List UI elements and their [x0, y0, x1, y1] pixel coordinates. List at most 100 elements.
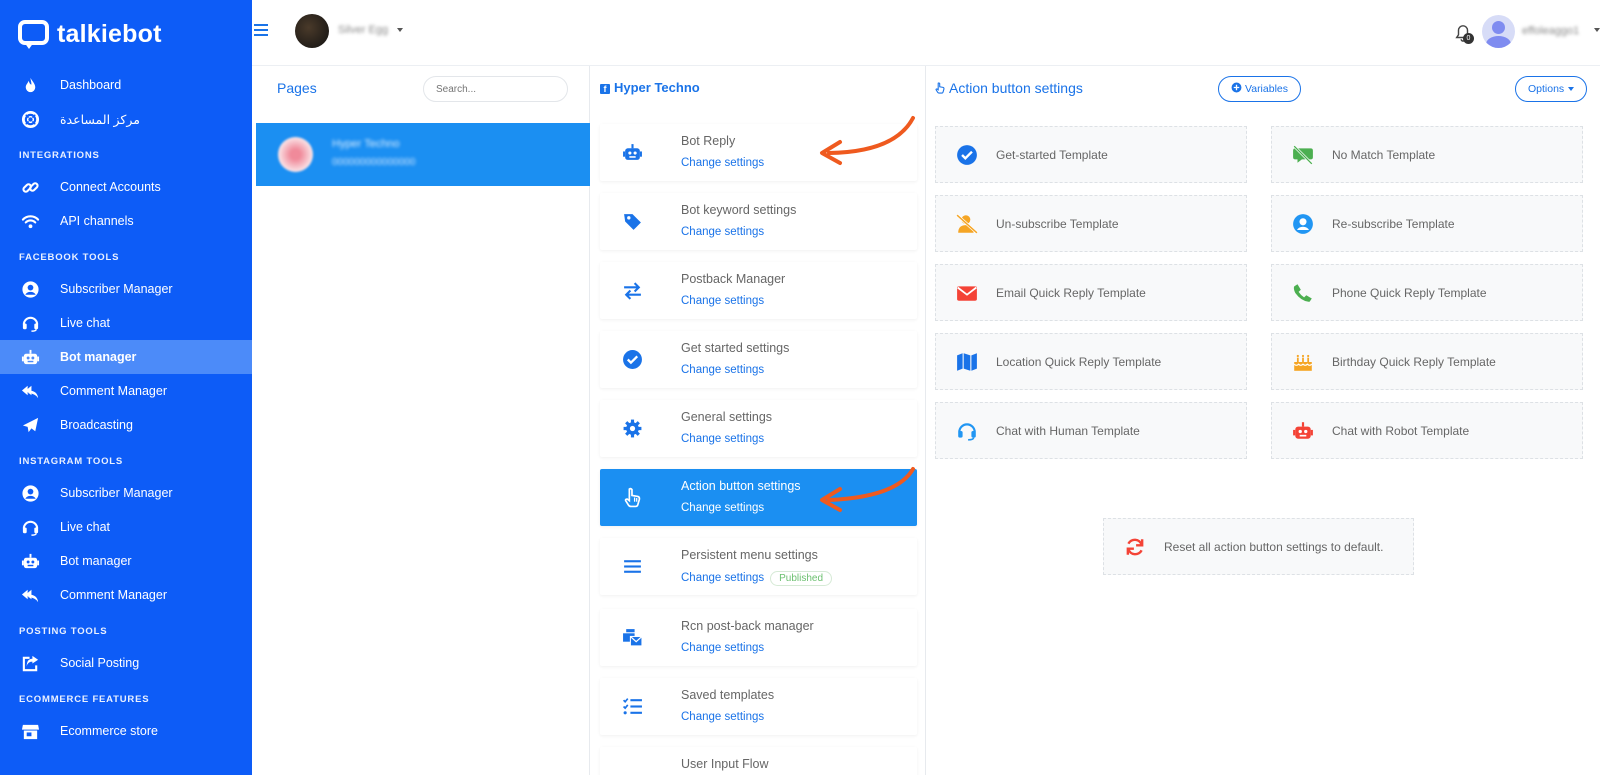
headset-icon [958, 423, 976, 441]
template-email-quick-reply[interactable]: Email Quick Reply Template [935, 264, 1247, 321]
template-no-match[interactable]: No Match Template [1271, 126, 1583, 183]
page-item-avatar [278, 137, 313, 172]
template-unsubscribe[interactable]: Un-subscribe Template [935, 195, 1247, 252]
options-label: Options [1528, 83, 1565, 95]
setting-get-started[interactable]: Get started settings Change settings [600, 331, 917, 388]
template-name: Chat with Human Template [996, 424, 1140, 438]
sidebar-item-api-channels[interactable]: API channels [0, 204, 252, 238]
setting-name: User Input Flow [681, 757, 769, 771]
link-icon [20, 177, 40, 197]
check-circle-icon [957, 145, 977, 165]
sidebar-item-fb-subscriber-manager[interactable]: Subscriber Manager [0, 272, 252, 306]
sidebar-item-label: Comment Manager [60, 588, 167, 602]
setting-bot-keyword[interactable]: Bot keyword settings Change settings [600, 193, 917, 250]
setting-name: Bot keyword settings [681, 203, 797, 217]
sidebar-section-posting-tools: POSTING TOOLS [19, 626, 108, 637]
action-title: Action button settings [934, 80, 1083, 96]
brand-name: talkiebot [57, 19, 162, 48]
setting-name: Bot Reply [681, 134, 736, 148]
sidebar-item-ig-bot-manager[interactable]: Bot manager [0, 544, 252, 578]
setting-rcn-postback[interactable]: Rcn post-back manager Change settings [600, 609, 917, 666]
change-settings-link[interactable]: Change settings [681, 364, 764, 376]
setting-persistent-menu[interactable]: Persistent menu settings Change settings… [600, 538, 917, 595]
sidebar-item-label: Live chat [60, 520, 111, 534]
sidebar-item-fb-bot-manager[interactable]: Bot manager [0, 340, 252, 374]
page-list-item[interactable]: Hyper Techno 000000000000000 [256, 123, 590, 186]
sidebar-item-connect-accounts[interactable]: Connect Accounts [0, 170, 252, 204]
brand[interactable]: talkiebot [0, 0, 252, 68]
sidebar-item-help-center[interactable]: مركز المساعدة [0, 102, 252, 136]
robot-icon [20, 347, 40, 367]
reset-action-buttons[interactable]: Reset all action button settings to defa… [1103, 518, 1414, 575]
change-settings-link[interactable]: Change settings [681, 572, 764, 584]
store-icon [20, 721, 40, 741]
user-avatar[interactable] [1482, 15, 1515, 48]
chevron-down-icon[interactable] [397, 28, 403, 32]
sidebar-item-label: Comment Manager [60, 384, 167, 398]
setting-name: Saved templates [681, 688, 775, 702]
sidebar-item-ig-live-chat[interactable]: Live chat [0, 510, 252, 544]
sidebar-item-social-posting[interactable]: Social Posting [0, 646, 252, 680]
phone-icon [1293, 284, 1312, 302]
setting-user-input-flow[interactable]: User Input Flow [600, 747, 917, 775]
share-square-icon [20, 653, 40, 673]
change-settings-link[interactable]: Change settings [681, 711, 764, 723]
sidebar-item-label: Subscriber Manager [60, 282, 173, 296]
sidebar-item-dashboard[interactable]: Dashboard [0, 68, 252, 102]
change-settings-link[interactable]: Change settings [681, 433, 764, 445]
reply-all-icon [20, 585, 40, 605]
sidebar-item-label: Bot manager [60, 554, 132, 568]
pages-search-input[interactable] [423, 76, 568, 102]
sidebar-item-ig-comment-manager[interactable]: Comment Manager [0, 578, 252, 612]
user-circle-icon [20, 279, 40, 299]
setting-name: Action button settings [681, 479, 801, 493]
page-switcher[interactable]: Silver Egg [338, 24, 388, 36]
action-title-text: Action button settings [949, 80, 1083, 96]
sidebar-item-fb-live-chat[interactable]: Live chat [0, 306, 252, 340]
sync-icon [1126, 538, 1144, 556]
exchange-icon [624, 282, 641, 300]
options-button[interactable]: Options [1515, 76, 1588, 102]
user-circle-icon [1293, 214, 1313, 234]
template-birthday-quick-reply[interactable]: Birthday Quick Reply Template [1271, 333, 1583, 390]
user-name: effoleaggo1 [1522, 25, 1580, 37]
template-chat-with-human[interactable]: Chat with Human Template [935, 402, 1247, 459]
change-settings-link[interactable]: Change settings [681, 295, 764, 307]
change-settings-link[interactable]: Change settings [681, 642, 764, 654]
menu-toggle-icon[interactable] [254, 24, 268, 36]
change-settings-link[interactable]: Change settings [681, 226, 764, 238]
sidebar-item-fb-comment-manager[interactable]: Comment Manager [0, 374, 252, 408]
headset-icon [20, 517, 40, 537]
settings-page-title: f Hyper Techno [600, 80, 700, 95]
sidebar-item-ig-subscriber-manager[interactable]: Subscriber Manager [0, 476, 252, 510]
flame-icon [20, 75, 40, 95]
chevron-down-icon[interactable] [1594, 28, 1600, 32]
page-avatar[interactable] [295, 14, 329, 48]
setting-general[interactable]: General settings Change settings [600, 400, 917, 457]
template-name: Get-started Template [996, 148, 1108, 162]
facebook-icon: f [600, 84, 610, 94]
sidebar-item-ecommerce-store[interactable]: Ecommerce store [0, 714, 252, 748]
wifi-icon [20, 211, 40, 231]
user-menu[interactable]: effoleaggo1 [1522, 25, 1579, 37]
template-name: Location Quick Reply Template [996, 355, 1162, 369]
sidebar-item-broadcasting[interactable]: Broadcasting [0, 408, 252, 442]
template-location-quick-reply[interactable]: Location Quick Reply Template [935, 333, 1247, 390]
variables-button[interactable]: Variables [1218, 76, 1301, 102]
sidebar-item-label: Dashboard [60, 78, 122, 92]
template-chat-with-robot[interactable]: Chat with Robot Template [1271, 402, 1583, 459]
page-item-name: Hyper Techno [332, 138, 400, 150]
bars-icon [624, 560, 641, 573]
template-phone-quick-reply[interactable]: Phone Quick Reply Template [1271, 264, 1583, 321]
template-resubscribe[interactable]: Re-subscribe Template [1271, 195, 1583, 252]
annotation-arrow-action-button [820, 467, 915, 512]
template-get-started[interactable]: Get-started Template [935, 126, 1247, 183]
setting-postback-manager[interactable]: Postback Manager Change settings [600, 262, 917, 319]
robot-icon [20, 551, 40, 571]
change-settings-link[interactable]: Change settings [681, 502, 764, 514]
change-settings-link[interactable]: Change settings [681, 157, 764, 169]
lifebuoy-icon [20, 109, 40, 129]
template-name: Re-subscribe Template [1332, 217, 1455, 231]
sidebar-section-instagram-tools: INSTAGRAM TOOLS [19, 456, 124, 467]
setting-saved-templates[interactable]: Saved templates Change settings [600, 678, 917, 735]
